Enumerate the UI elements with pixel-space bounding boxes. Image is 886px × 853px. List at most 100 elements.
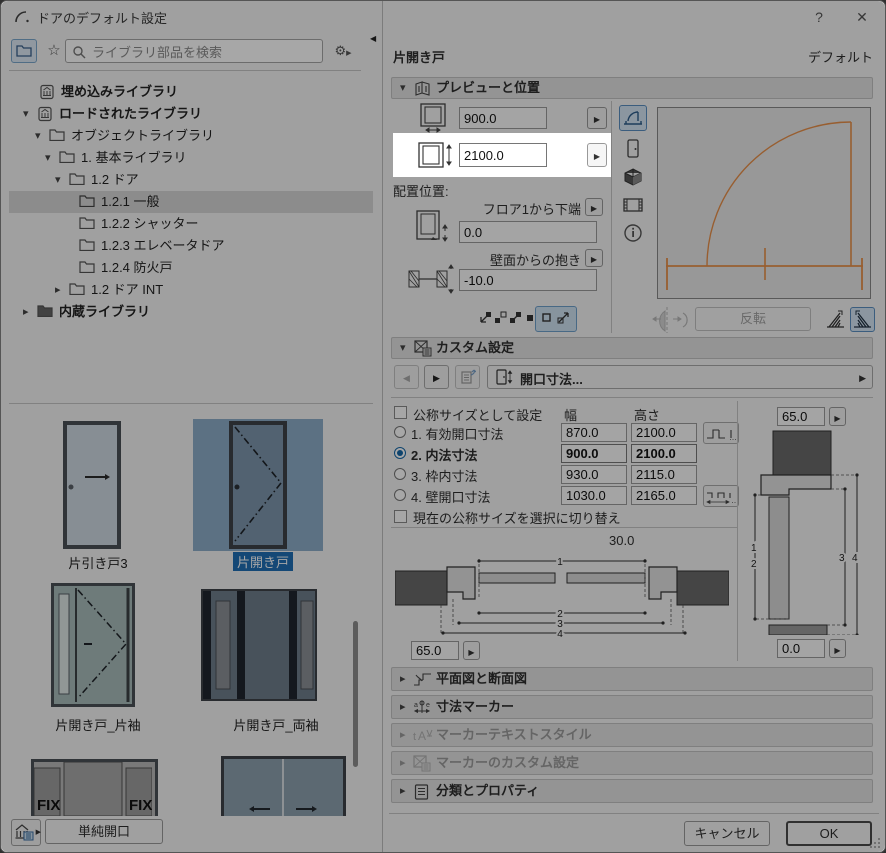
chevron-down-icon[interactable]: ▾ [35, 125, 41, 147]
preview-canvas[interactable] [657, 107, 871, 299]
page-back-button[interactable]: ◀ [394, 365, 419, 389]
chevron-down-icon[interactable]: ▾ [45, 147, 51, 169]
thumbnail-scrollbar[interactable] [353, 621, 358, 767]
chevron-right-icon[interactable]: ▸ [23, 301, 29, 323]
preview-mode-3d-button[interactable] [619, 163, 647, 189]
thumbnail-fix-door-partial[interactable]: FIX FIX [31, 759, 158, 816]
close-button[interactable]: ✕ [848, 5, 876, 29]
thumbnail-swing-door-one-sidelight[interactable] [51, 583, 135, 707]
flip-button[interactable]: 反転 [695, 307, 811, 331]
preview-mode-section-button[interactable] [619, 191, 647, 217]
wall-opening-dim-button[interactable]: … [703, 485, 739, 507]
section-custom-settings[interactable]: ▾ カスタム設定 [391, 337, 873, 359]
tree-item-object-library[interactable]: ▾ オブジェクトライブラリ [9, 125, 373, 147]
cancel-button[interactable]: キャンセル [684, 821, 770, 846]
size-option-label[interactable]: 2. 内法寸法 [411, 445, 477, 464]
help-button[interactable]: ? [805, 5, 833, 29]
size-width-field-2[interactable] [561, 444, 627, 463]
width-flyout-button[interactable]: ▶ [587, 107, 607, 129]
section-dimension-marker[interactable]: ▸ ae 寸法マーカー [391, 695, 873, 719]
height-flyout-button[interactable]: ▶ [587, 143, 607, 167]
reveal-field[interactable] [459, 269, 597, 291]
size-option-label[interactable]: 1. 有効開口寸法 [411, 424, 503, 443]
search-input[interactable] [90, 41, 319, 63]
section-marker-custom-settings[interactable]: ▸ マーカーのカスタム設定 [391, 751, 873, 775]
size-width-field-1[interactable] [561, 423, 627, 442]
tree-item-general[interactable]: 1.2.1 一般 [9, 191, 373, 213]
swing-direction-left-button[interactable] [823, 307, 848, 332]
preview-mode-plan-button[interactable] [619, 105, 647, 131]
size-option-radio-2-selected[interactable] [394, 447, 406, 459]
door-width-field[interactable] [459, 107, 547, 129]
anchor-option-icon[interactable] [494, 311, 507, 324]
settings-page-dropdown[interactable]: 開口寸法... ▶ [487, 365, 873, 389]
tree-item-builtin-library[interactable]: ▸ 内蔵ライブラリ [9, 301, 373, 323]
resize-grip-icon[interactable] [869, 837, 881, 849]
size-option-label[interactable]: 4. 壁開口寸法 [411, 487, 490, 506]
tree-item-doors[interactable]: ▾ 1.2 ドア [9, 169, 373, 191]
thumbnail-swing-door-two-sidelights[interactable] [201, 589, 317, 701]
panel-collapse-arrow-icon[interactable]: ◀ [370, 34, 376, 43]
size-height-field-1[interactable] [631, 423, 697, 442]
simple-opening-button[interactable]: 単純開口 [45, 819, 163, 844]
tree-item-loaded-libraries[interactable]: ▾ ロードされたライブラリ [9, 103, 373, 125]
opening-dim-standard-button[interactable]: … [703, 422, 739, 444]
page-forward-button[interactable]: ▶ [424, 365, 449, 389]
chevron-right-icon[interactable]: ▸ [55, 279, 61, 301]
preview-mode-elevation-button[interactable] [619, 135, 647, 161]
thumbnail-label[interactable]: 片開き戸_片袖 [23, 715, 173, 734]
nominal-size-checkbox[interactable] [394, 406, 407, 419]
section-plan-and-section[interactable]: ▸ 平面図と断面図 [391, 667, 873, 691]
thumbnail-double-door-partial[interactable] [221, 756, 346, 816]
size-option-radio-1[interactable] [394, 426, 406, 438]
size-option-radio-3[interactable] [394, 468, 406, 480]
size-width-field-4[interactable] [561, 486, 627, 505]
preview-info-button[interactable] [619, 219, 647, 245]
thumbnail-label[interactable]: 片引き戸3 [23, 553, 173, 572]
tree-item-elevator-door[interactable]: 1.2.3 エレベータドア [9, 235, 373, 257]
size-option-radio-4[interactable] [394, 489, 406, 501]
thumbnail-single-swing-door[interactable] [229, 421, 287, 549]
chevron-down-icon[interactable]: ▾ [55, 169, 61, 191]
plan-bottom-dim-field[interactable] [411, 641, 459, 660]
vert-top-dim-field[interactable] [777, 407, 825, 426]
thumbnail-sliding-door-3[interactable] [63, 421, 121, 549]
swing-direction-right-button[interactable] [850, 307, 875, 332]
ok-button[interactable]: OK [786, 821, 872, 846]
vert-bottom-dim-field[interactable] [777, 639, 825, 658]
plan-dim-flyout-button[interactable]: ▶ [463, 641, 480, 660]
switch-nominal-checkbox[interactable] [394, 510, 407, 523]
search-settings-button[interactable]: ⚙▶ [328, 39, 358, 63]
tree-item-fire-door[interactable]: 1.2.4 防火戸 [9, 257, 373, 279]
title-bar[interactable]: ドアのデフォルト設定 ? ✕ [1, 1, 886, 31]
anchor-option-icon[interactable] [557, 311, 570, 324]
size-height-field-2[interactable] [631, 444, 697, 463]
anchor-option-icon[interactable] [479, 311, 492, 324]
floor-anchor-field[interactable] [459, 221, 597, 243]
anchor-option-icon-selected[interactable] [540, 311, 553, 324]
floor-anchor-flyout-button[interactable]: ▶ [585, 198, 603, 216]
door-height-field[interactable] [459, 143, 547, 167]
anchor-option-icon[interactable] [523, 311, 536, 324]
library-flyout-button[interactable]: ▶ [11, 819, 41, 846]
splitter[interactable] [9, 403, 373, 404]
thumbnail-label-selected[interactable]: 片開き戸 [233, 552, 293, 571]
section-classification-properties[interactable]: ▸ 分類とプロパティ [391, 779, 873, 803]
transfer-settings-button[interactable] [455, 365, 480, 389]
size-height-field-3[interactable] [631, 465, 697, 484]
tree-item-basic-library[interactable]: ▾ 1. 基本ライブラリ [9, 147, 373, 169]
vert-top-flyout-button[interactable]: ▶ [829, 407, 846, 426]
vert-bottom-flyout-button[interactable]: ▶ [829, 639, 846, 658]
reveal-flyout-button[interactable]: ▶ [585, 249, 603, 267]
section-preview-position[interactable]: ▾ プレビューと位置 [391, 77, 873, 99]
tree-item-doors-int[interactable]: ▸ 1.2 ドア INT [9, 279, 373, 301]
size-width-field-3[interactable] [561, 465, 627, 484]
folder-view-button[interactable] [11, 39, 37, 63]
section-marker-text-style[interactable]: ▸ tA マーカーテキストスタイル [391, 723, 873, 747]
size-height-field-4[interactable] [631, 486, 697, 505]
tree-item-embedded-library[interactable]: 埋め込みライブラリ [9, 81, 373, 103]
chevron-down-icon[interactable]: ▾ [23, 103, 29, 125]
tree-item-shutter[interactable]: 1.2.2 シャッター [9, 213, 373, 235]
anchor-option-icon[interactable] [509, 311, 522, 324]
favorites-button[interactable]: ☆ [41, 39, 67, 63]
